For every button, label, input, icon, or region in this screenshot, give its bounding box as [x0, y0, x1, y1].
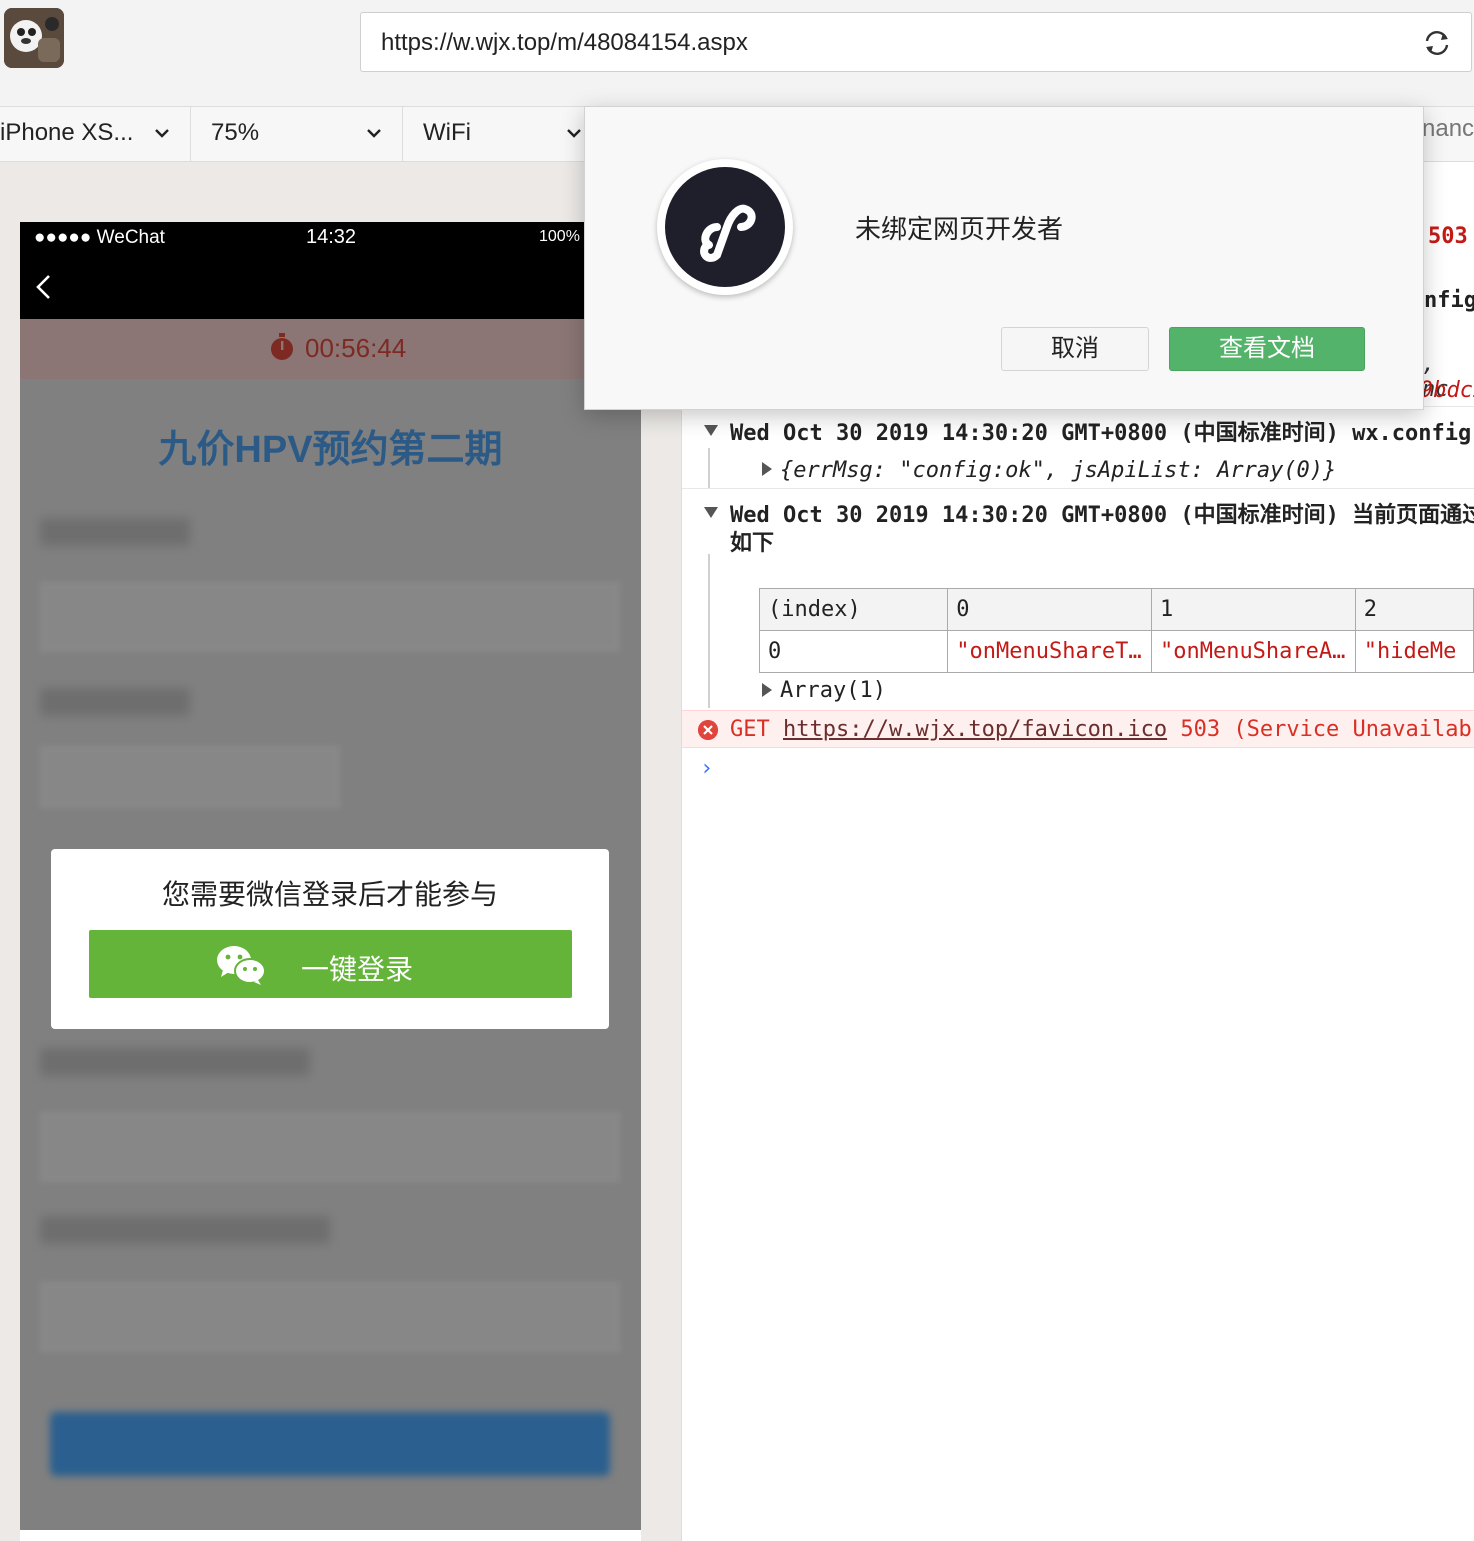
status-battery: 100% — [539, 228, 580, 245]
error-message: GET https://w.wjx.top/favicon.ico 503 (S… — [730, 717, 1472, 742]
browser-top-bar: https://w.wjx.top/m/48084154.aspx — [0, 0, 1474, 106]
wechat-icon — [217, 946, 266, 985]
console-prompt[interactable]: › — [700, 756, 713, 781]
log-object[interactable]: {errMsg: "config:ok", jsApiList: Array(0… — [780, 458, 1336, 483]
console-table: (index) 0 1 2 0 "onMenuShareT… "onMenuSh… — [758, 588, 1474, 673]
wechat-login-button[interactable]: 一键登录 — [89, 930, 572, 998]
console-log-entry: Wed Oct 30 2019 14:30:20 GMT+0800 (中国标准时… — [682, 406, 1474, 448]
log-group-line — [708, 448, 710, 488]
table-row: 0 "onMenuShareT… "onMenuShareA… "hideMe — [758, 630, 1474, 673]
nav-bar — [20, 253, 641, 319]
phone-bottom-edge — [20, 1530, 641, 1541]
back-arrow-icon[interactable] — [34, 273, 54, 301]
timer-bar: 00:56:44 — [20, 319, 641, 379]
question-label-blurred — [40, 1216, 330, 1244]
cancel-button[interactable]: 取消 — [1001, 327, 1149, 371]
miniprogram-logo-inner — [665, 167, 785, 287]
network-select[interactable]: WiFi — [403, 107, 603, 162]
console-snippet: 9bdc2 — [1420, 378, 1474, 403]
answer-field-blurred — [40, 746, 340, 808]
table-cell: "hideMe — [1354, 630, 1474, 673]
dialog-message: 未绑定网页开发者 — [855, 214, 1064, 244]
login-button-label: 一键登录 — [301, 954, 414, 985]
table-header-row: (index) 0 1 2 — [758, 588, 1474, 631]
collapse-triangle-icon[interactable] — [762, 683, 772, 697]
error-icon — [698, 720, 718, 740]
zoom-select[interactable]: 75% — [191, 107, 403, 162]
error-url-link[interactable]: https://w.wjx.top/favicon.ico — [783, 717, 1167, 742]
console-error-entry: GET https://w.wjx.top/favicon.ico 503 (S… — [682, 710, 1474, 748]
unbound-developer-dialog: 未绑定网页开发者 取消 查看文档 — [584, 106, 1424, 410]
error-method: GET — [730, 717, 770, 742]
phone-screen: ●●●●● WeChat 14:32 100% 00:56:44 九价HPV预约… — [20, 222, 641, 1541]
login-prompt: 您需要微信登录后才能参与 — [161, 879, 498, 910]
network-select-label: WiFi — [423, 119, 471, 146]
status-bar: ●●●●● WeChat 14:32 100% — [20, 222, 641, 253]
log-message-continued: 如下 — [730, 531, 775, 556]
chevron-down-icon — [155, 129, 169, 138]
table-cell: 0 — [758, 630, 949, 673]
log-group-line — [708, 554, 710, 708]
login-card: 您需要微信登录后才能参与 一键登录 — [51, 849, 609, 1029]
url-text[interactable]: https://w.wjx.top/m/48084154.aspx — [381, 29, 748, 57]
device-select-label: iPhone XS... — [0, 119, 134, 146]
console-log-entry: Wed Oct 30 2019 14:30:20 GMT+0800 (中国标准时… — [682, 488, 1474, 556]
table-cell: "onMenuShareT… — [947, 630, 1152, 673]
zoom-select-label: 75% — [211, 119, 260, 146]
log-message: Wed Oct 30 2019 14:30:20 GMT+0800 (中国标准时… — [730, 421, 1472, 446]
answer-field-blurred — [40, 1282, 620, 1352]
log-message: Wed Oct 30 2019 14:30:20 GMT+0800 (中国标准时… — [730, 503, 1474, 528]
table-cell: "onMenuShareA… — [1150, 630, 1356, 673]
status-carrier: ●●●●● WeChat — [34, 227, 165, 248]
expand-triangle-icon[interactable] — [704, 507, 718, 518]
device-select[interactable]: iPhone XS... — [0, 107, 191, 162]
survey-title: 九价HPV预约第二期 — [158, 429, 503, 471]
table-header[interactable]: 0 — [947, 588, 1152, 631]
link-icon — [700, 204, 756, 262]
devtools-tab-partial[interactable]: nance — [1422, 115, 1474, 143]
simulator-area: ●●●●● WeChat 14:32 100% 00:56:44 九价HPV预约… — [0, 162, 681, 1541]
submit-button-blurred — [50, 1412, 610, 1476]
expand-triangle-icon[interactable] — [704, 425, 718, 436]
url-bar[interactable]: https://w.wjx.top/m/48084154.aspx — [360, 12, 1472, 72]
miniprogram-logo — [657, 159, 793, 295]
reload-icon[interactable] — [1421, 27, 1453, 59]
answer-field-blurred — [40, 1112, 620, 1182]
collapse-triangle-icon[interactable] — [762, 462, 772, 476]
console-snippet: 503 — [1428, 224, 1468, 249]
countdown-timer: 00:56:44 — [305, 333, 407, 363]
user-avatar[interactable] — [4, 8, 64, 68]
stopwatch-icon — [271, 333, 293, 360]
chevron-down-icon — [567, 129, 581, 138]
view-docs-button[interactable]: 查看文档 — [1169, 327, 1365, 371]
error-status: 503 (Service Unavailab — [1180, 717, 1472, 742]
question-label-blurred — [40, 688, 190, 716]
table-header[interactable]: 1 — [1150, 588, 1356, 631]
chevron-down-icon — [367, 129, 381, 138]
question-label-blurred — [40, 518, 190, 546]
table-header[interactable]: (index) — [758, 588, 949, 631]
status-time: 14:32 — [306, 226, 357, 248]
answer-field-blurred — [40, 582, 620, 652]
array-object[interactable]: Array(1) — [780, 678, 886, 703]
table-header[interactable]: 2 — [1354, 588, 1474, 631]
question-label-blurred — [40, 1048, 310, 1076]
console-snippet: nfig — [1424, 288, 1474, 313]
